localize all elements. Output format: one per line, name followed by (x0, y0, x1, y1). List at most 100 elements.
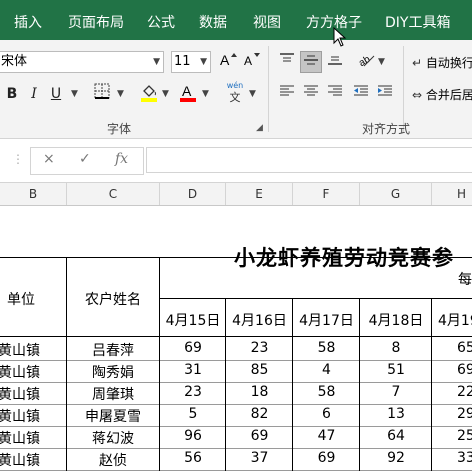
worksheet-grid[interactable]: 小龙虾养殖劳动竞赛参 单位 农户姓名 每 4月15日 4月16日 4月17日 4… (0, 206, 472, 471)
value-cell[interactable]: 56 (160, 450, 226, 466)
value-cell[interactable]: 69 (160, 340, 226, 356)
font-group-label: 字体 (107, 122, 132, 136)
column-header-g[interactable]: G (360, 183, 432, 205)
column-header-f[interactable]: F (293, 183, 360, 205)
tab-view[interactable]: 视图 (253, 6, 281, 40)
tab-insert[interactable]: 插入 (14, 6, 42, 40)
value-cell[interactable]: 7 (360, 384, 432, 400)
increase-indent-button[interactable] (374, 83, 396, 105)
unit-cell[interactable]: 黄山镇 (0, 384, 44, 404)
value-cell[interactable]: 4 (293, 362, 360, 378)
increase-font-size-button[interactable]: A (217, 51, 239, 73)
value-cell[interactable]: 65 (457, 340, 472, 356)
name-cell[interactable]: 陶秀娟 (67, 362, 159, 382)
value-cell[interactable]: 69 (226, 428, 293, 444)
value-cell[interactable]: 5 (160, 406, 226, 422)
value-cell[interactable]: 33 (457, 450, 472, 466)
column-header-d[interactable]: D (160, 183, 226, 205)
align-middle-button[interactable] (300, 51, 322, 73)
value-cell[interactable]: 22 (457, 384, 472, 400)
name-cell[interactable]: 赵侦 (67, 450, 159, 470)
date-header: 4月18日 (368, 313, 424, 329)
name-cell[interactable]: 周肇琪 (67, 384, 159, 404)
orientation-button[interactable]: ab (356, 51, 378, 73)
value-cell[interactable]: 92 (360, 450, 432, 466)
font-color-button[interactable]: A (177, 83, 199, 105)
align-center-button[interactable] (300, 83, 322, 105)
value-cell[interactable]: 18 (226, 384, 293, 400)
align-bottom-button[interactable] (324, 51, 346, 73)
unit-cell[interactable]: 黄山镇 (0, 450, 44, 470)
table-border (0, 426, 472, 427)
value-cell[interactable]: 69 (457, 362, 472, 378)
date-header: 4月17日 (299, 313, 354, 329)
value-cell[interactable]: 82 (226, 406, 293, 422)
dialog-launcher-icon[interactable]: ◢ (256, 123, 263, 133)
value-cell[interactable]: 31 (160, 362, 226, 378)
value-cell[interactable]: 23 (226, 340, 293, 356)
align-bottom-icon (328, 56, 342, 65)
value-cell[interactable]: 6 (293, 406, 360, 422)
value-cell[interactable]: 29 (457, 406, 472, 422)
formula-bar: ⋮ × ✓ fx (0, 139, 472, 183)
value-cell[interactable]: 25 (457, 428, 472, 444)
group-separator (268, 46, 269, 132)
tab-data[interactable]: 数据 (199, 6, 227, 40)
tab-diy-toolbox[interactable]: DIY工具箱 (385, 6, 450, 40)
italic-button[interactable]: I (23, 83, 45, 105)
value-cell[interactable]: 51 (360, 362, 432, 378)
value-cell[interactable]: 96 (160, 428, 226, 444)
value-cell[interactable]: 47 (293, 428, 360, 444)
value-cell[interactable]: 85 (226, 362, 293, 378)
align-left-button[interactable] (276, 83, 298, 105)
merge-center-button[interactable]: ⇔ 合并后居中 (412, 86, 472, 103)
orientation-dropdown-icon[interactable]: ▼ (378, 57, 385, 67)
underline-button[interactable]: U (45, 83, 67, 105)
name-cell[interactable]: 吕春萍 (67, 340, 159, 360)
cancel-icon[interactable]: × (43, 151, 55, 167)
column-header-c[interactable]: C (67, 183, 160, 205)
enter-icon[interactable]: ✓ (79, 151, 91, 167)
shrink-font-icon: A (244, 53, 260, 68)
decrease-indent-button[interactable] (350, 83, 372, 105)
phonetic-dropdown-icon[interactable]: ▼ (249, 89, 256, 99)
tab-formulas[interactable]: 公式 (147, 6, 175, 40)
phonetic-guide-button[interactable]: wén 文 (224, 81, 246, 103)
wrap-text-button[interactable]: ↵ 自动换行 (412, 54, 472, 71)
column-header-b[interactable]: B (0, 183, 67, 205)
column-header-h[interactable]: H (432, 183, 472, 205)
value-cell[interactable]: 8 (360, 340, 432, 356)
value-cell[interactable]: 58 (293, 384, 360, 400)
insert-function-button[interactable]: fx (115, 151, 128, 167)
value-cell[interactable]: 23 (160, 384, 226, 400)
name-cell[interactable]: 申屠夏雪 (67, 406, 159, 426)
unit-cell[interactable]: 黄山镇 (0, 362, 44, 382)
grow-font-icon: A (220, 52, 237, 68)
decrease-font-size-button[interactable]: A (241, 51, 263, 73)
unit-cell[interactable]: 黄山镇 (0, 428, 44, 448)
font-color-dropdown-icon[interactable]: ▼ (202, 89, 209, 99)
align-top-button[interactable] (276, 51, 298, 73)
value-cell[interactable]: 58 (293, 340, 360, 356)
name-cell[interactable]: 蒋幻波 (67, 428, 159, 448)
value-cell[interactable]: 37 (226, 450, 293, 466)
font-name-combo[interactable]: 宋体 ▼ (0, 51, 164, 73)
unit-cell[interactable]: 黄山镇 (0, 406, 44, 426)
column-header-bar: B C D E F G H (0, 183, 472, 206)
font-size-combo[interactable]: 11 ▼ (171, 51, 211, 73)
fill-color-button[interactable] (138, 83, 160, 105)
column-header-e[interactable]: E (226, 183, 293, 205)
bold-button[interactable]: B (1, 83, 23, 105)
align-right-button[interactable] (324, 83, 346, 105)
value-cell[interactable]: 69 (293, 450, 360, 466)
borders-button[interactable] (91, 83, 113, 105)
unit-cell[interactable]: 黄山镇 (0, 340, 44, 360)
value-cell[interactable]: 13 (360, 406, 432, 422)
underline-dropdown-icon[interactable]: ▼ (71, 89, 78, 99)
formula-input[interactable] (146, 147, 472, 173)
borders-dropdown-icon[interactable]: ▼ (117, 89, 124, 99)
fill-color-dropdown-icon[interactable]: ▼ (162, 89, 169, 99)
table-border (0, 257, 472, 258)
value-cell[interactable]: 64 (360, 428, 432, 444)
tab-page-layout[interactable]: 页面布局 (68, 6, 124, 40)
